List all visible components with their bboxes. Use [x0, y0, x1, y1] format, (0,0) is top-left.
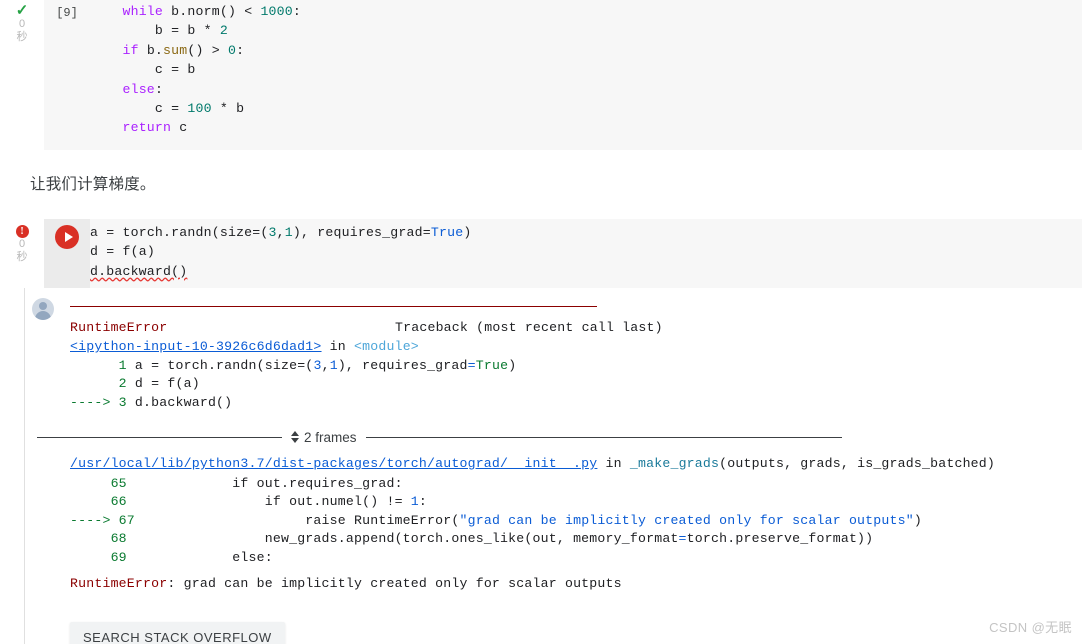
cell-1-timing: 0 秒 [17, 18, 28, 44]
cell-1-gutter: ✓ 0 秒 [0, 0, 44, 150]
output-inner: RuntimeError Traceback (most recent call… [25, 288, 1082, 644]
code-cell-1[interactable]: ✓ 0 秒 [9] while b.norm() < 1000: b = b *… [0, 0, 1082, 150]
final-error-name: RuntimeError [70, 576, 168, 591]
cell-2-code-area[interactable]: a = torch.randn(size=(3,1), requires_gra… [90, 219, 1082, 288]
avatar-body [35, 311, 51, 320]
check-icon: ✓ [15, 2, 29, 19]
avatar-head [39, 301, 47, 310]
frame-1-location: <ipython-input-10-3926c6d6dad1> in <modu… [70, 338, 419, 356]
final-error-line: RuntimeError: grad can be implicitly cre… [70, 576, 622, 591]
frame-1-scope: <module> [354, 339, 419, 354]
cell-2-gutter: ! 0 秒 [0, 219, 44, 288]
frame-2-location: /usr/local/lib/python3.7/dist-packages/t… [70, 455, 995, 473]
play-icon [64, 232, 73, 242]
csdn-watermark: CSDN @无眠 [989, 620, 1072, 635]
frame-2-scope: _make_grads [629, 456, 720, 471]
cell-2-output: RuntimeError Traceback (most recent call… [0, 288, 1082, 644]
cell-2-timing-unit: 秒 [16, 251, 28, 263]
error-icon: ! [15, 225, 29, 238]
search-stack-overflow-button[interactable]: SEARCH STACK OVERFLOW [70, 622, 285, 644]
frame-2-in: in [605, 456, 622, 471]
chevron-updown-icon [291, 431, 299, 443]
cell-1-run-area[interactable]: [9] [44, 0, 90, 20]
code-cell-2[interactable]: ! 0 秒 a = torch.randn(size=(3,1), requir… [0, 219, 1082, 288]
final-error-message: grad can be implicitly created only for … [183, 576, 622, 591]
frames-divider-left [37, 436, 282, 438]
frame-2-code: 65 if out.requires_grad: 66 if out.numel… [70, 476, 922, 565]
traceback-header-label: Traceback (most recent call last) [395, 319, 663, 337]
frames-divider-right [365, 436, 842, 438]
cell-1-body: [9] while b.norm() < 1000: b = b * 2 if … [44, 0, 1082, 150]
cell-2-source[interactable]: a = torch.randn(size=(3,1), requires_gra… [90, 223, 1082, 281]
avatar [32, 298, 54, 320]
markdown-text: 让我们计算梯度。 [30, 176, 156, 193]
cell-2-run-area[interactable] [44, 219, 90, 249]
traceback-header-line: RuntimeError [70, 319, 167, 337]
cell-1-exec-count: [9] [56, 6, 78, 20]
cell-2-timing-value: 0 [18, 238, 26, 250]
run-cell-button[interactable] [55, 225, 79, 249]
frame-2-args: (outputs, grads, is_grads_batched) [719, 456, 996, 471]
cell-1-source[interactable]: while b.norm() < 1000: b = b * 2 if b.su… [90, 2, 1082, 138]
traceback-separator [70, 306, 597, 307]
cell-1-code-area[interactable]: while b.norm() < 1000: b = b * 2 if b.su… [90, 0, 1082, 142]
frame-2-file-link[interactable]: /usr/local/lib/python3.7/dist-packages/t… [70, 456, 597, 471]
cell-1-timing-value: 0 [18, 18, 26, 30]
cell-1-timing-unit: 秒 [16, 31, 28, 43]
output-gutter [0, 288, 24, 644]
frame-1-in: in [329, 339, 346, 354]
expand-frames-button[interactable]: 2 frames [282, 430, 366, 445]
error-name: RuntimeError [70, 320, 168, 335]
colab-notebook-view: ✓ 0 秒 [9] while b.norm() < 1000: b = b *… [0, 0, 1082, 644]
frame-1-file-link[interactable]: <ipython-input-10-3926c6d6dad1> [70, 339, 322, 354]
cell-2-body: a = torch.randn(size=(3,1), requires_gra… [44, 219, 1082, 288]
cell-2-timing: 0 秒 [17, 238, 28, 264]
traceback-header-text: Traceback (most recent call last) [395, 320, 663, 335]
frames-toggle-bar[interactable]: 2 frames [37, 428, 842, 446]
frames-count-label: 2 frames [304, 429, 357, 445]
frame-1-code: 1 a = torch.randn(size=(3,1), requires_g… [70, 358, 517, 410]
